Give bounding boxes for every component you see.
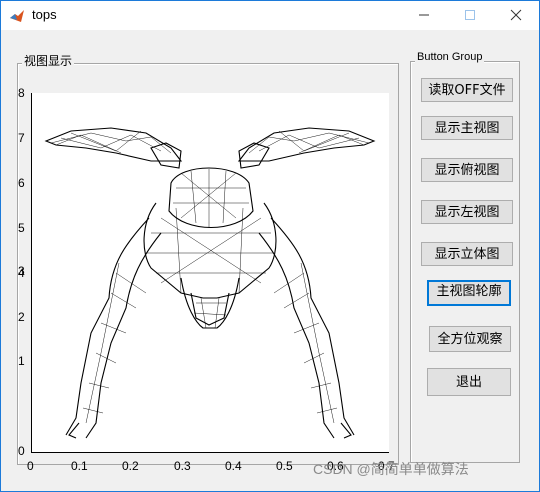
exit-button[interactable]: 退出	[427, 368, 511, 396]
front-view-outline-button[interactable]: 主视图轮廓	[427, 280, 511, 306]
y-tick-4: 4	[18, 266, 25, 280]
plot-axes	[31, 93, 389, 453]
x-tick-1: 0.1	[71, 459, 88, 473]
y-axis-line	[31, 93, 32, 453]
maximize-button[interactable]	[447, 1, 493, 30]
y-tick-0: 0	[18, 444, 25, 458]
x-axis-line	[31, 452, 389, 453]
close-button[interactable]	[493, 1, 539, 30]
y-tick-2: 2	[18, 310, 25, 324]
button-group-label: Button Group	[415, 51, 485, 63]
y-tick-8: 8	[18, 86, 25, 100]
x-tick-2: 0.2	[122, 459, 139, 473]
y-tick-5: 5	[18, 221, 25, 235]
read-off-file-button[interactable]: 读取OFF文件	[421, 78, 513, 102]
x-tick-5: 0.5	[276, 459, 293, 473]
window-title: tops	[32, 7, 57, 22]
y-tick-7: 7	[18, 131, 25, 145]
matlab-icon	[10, 10, 24, 22]
show-front-view-button[interactable]: 显示主视图	[421, 116, 513, 140]
x-tick-4: 0.4	[225, 459, 242, 473]
x-tick-0: 0	[27, 459, 34, 473]
minimize-button[interactable]	[401, 1, 447, 30]
y-tick-1: 1	[18, 354, 25, 368]
show-left-view-button[interactable]: 显示左视图	[421, 200, 513, 224]
show-top-view-button[interactable]: 显示俯视图	[421, 158, 513, 182]
csdn-watermark: CSDN @简简单单做算法	[313, 461, 469, 477]
x-tick-3: 0.3	[174, 459, 191, 473]
show-3d-view-button[interactable]: 显示立体图	[421, 242, 513, 266]
all-around-view-button[interactable]: 全方位观察	[429, 326, 511, 352]
view-panel-label: 视图显示	[22, 52, 75, 69]
wireframe-model	[44, 127, 376, 439]
y-tick-6: 6	[18, 176, 25, 190]
title-bar: tops	[1, 1, 539, 30]
